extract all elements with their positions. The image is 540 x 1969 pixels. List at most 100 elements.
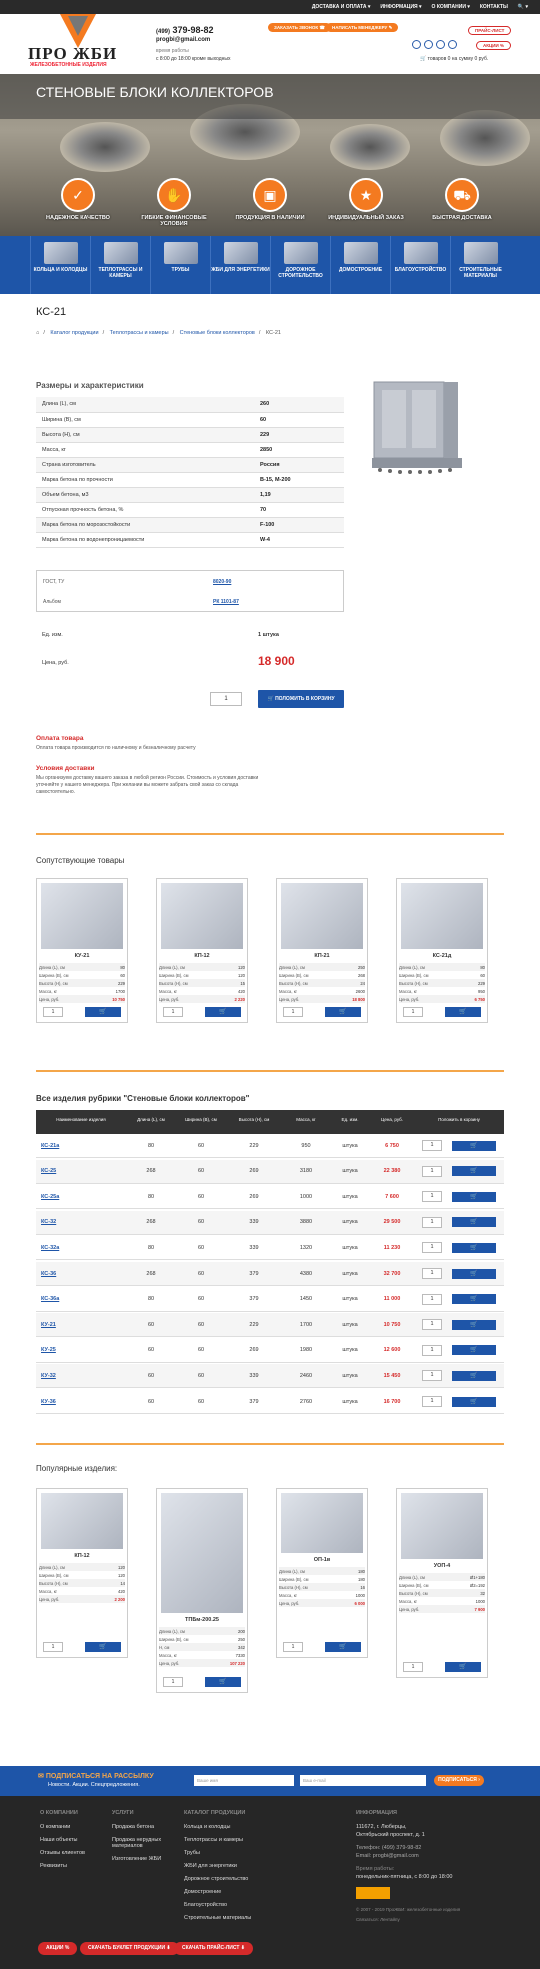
topnav-item[interactable]: КОНТАКТЫ: [480, 4, 508, 10]
product-image[interactable]: [401, 1493, 483, 1559]
breadcrumb-item[interactable]: Каталог продукции: [50, 330, 98, 336]
product-card[interactable]: КУ-21 Длина (L), см 80 Ширина (B), см 60 Высо…: [36, 878, 128, 1023]
list-product-link[interactable]: КС-36: [36, 1271, 126, 1277]
quantity-input[interactable]: 1: [422, 1191, 442, 1203]
product-card[interactable]: КП-21 Длина (L), см 250 Ширина (B), см 268 Вы…: [276, 878, 368, 1023]
footer-link[interactable]: Трубы: [184, 1850, 251, 1856]
telegram-icon[interactable]: [448, 40, 457, 49]
footer-link[interactable]: Кольца и колодцы: [184, 1824, 251, 1830]
footer-link[interactable]: Теплотрассы и камеры: [184, 1837, 251, 1843]
viber-icon[interactable]: [436, 40, 445, 49]
footer-booklet-button[interactable]: СКАЧАТЬ БУКЛЕТ ПРОДУКЦИИ ⬇: [80, 1942, 179, 1955]
footer-link[interactable]: Строительные материалы: [184, 1915, 251, 1921]
category-item[interactable]: БЛАГОУСТРОЙСТВО: [390, 236, 450, 294]
product-image[interactable]: [401, 883, 483, 949]
price-list-button[interactable]: ПРАЙС-ЛИСТ: [468, 26, 512, 35]
product-name[interactable]: ТПБм-200.25: [157, 1617, 247, 1623]
footer-link[interactable]: О компании: [40, 1824, 85, 1830]
list-product-link[interactable]: КС-32: [36, 1219, 126, 1225]
footer-link[interactable]: Благоустройство: [184, 1902, 251, 1908]
topnav-item[interactable]: 🔍 ▾: [518, 4, 528, 10]
cart-summary[interactable]: 🛒 товаров 0 на сумму 0 руб.: [420, 56, 488, 62]
footer-email[interactable]: Email: progbi@gmail.com: [356, 1853, 526, 1859]
product-name[interactable]: КП-12: [37, 1553, 127, 1559]
cart-button[interactable]: 🛒: [452, 1217, 496, 1228]
footer-link[interactable]: Продажа бетона: [112, 1824, 182, 1830]
quantity-input[interactable]: 1: [422, 1140, 442, 1151]
quantity-input[interactable]: 1: [163, 1007, 183, 1017]
list-product-link[interactable]: КУ-25: [36, 1347, 126, 1353]
stock-button[interactable]: АКЦИИ %: [476, 41, 512, 50]
footer-link[interactable]: Наши объекты: [40, 1837, 85, 1843]
category-item[interactable]: ДОРОЖНОЕ СТРОИТЕЛЬСТВО: [270, 236, 330, 294]
quantity-input[interactable]: 1: [422, 1165, 442, 1177]
footer-link[interactable]: Реквизиты: [40, 1863, 85, 1869]
product-card[interactable]: КС-21д Длина (L), см 80 Ширина (B), см 60 Выс…: [396, 878, 488, 1023]
topnav-item[interactable]: ИНФОРМАЦИЯ ▾: [380, 4, 421, 10]
cart-button[interactable]: 🛒: [205, 1677, 241, 1687]
quantity-input[interactable]: 1: [422, 1268, 442, 1279]
product-name[interactable]: УОП-4: [397, 1563, 487, 1569]
breadcrumb-item[interactable]: Теплотрассы и камеры: [110, 330, 169, 336]
breadcrumb-item[interactable]: Стеновые блоки коллекторов: [180, 330, 255, 336]
topnav-item[interactable]: О КОМПАНИИ ▾: [432, 4, 470, 10]
list-product-link[interactable]: КУ-21: [36, 1322, 126, 1328]
cart-button[interactable]: 🛒: [452, 1166, 496, 1177]
quantity-input[interactable]: 1: [163, 1677, 183, 1687]
product-image[interactable]: [161, 883, 243, 949]
category-item[interactable]: СТРОИТЕЛЬНЫЕ МАТЕРИАЛЫ: [450, 236, 510, 294]
category-item[interactable]: ТРУБЫ: [150, 236, 210, 294]
quantity-input[interactable]: 1: [422, 1216, 442, 1228]
quantity-input[interactable]: 1: [283, 1007, 303, 1017]
list-product-link[interactable]: КС-25а: [36, 1194, 126, 1200]
quantity-input[interactable]: 1: [422, 1242, 442, 1254]
header-phone[interactable]: (499) 379-98-82: [156, 26, 231, 36]
footer-phone[interactable]: Телефон: (499) 379-98-82: [356, 1845, 526, 1851]
list-product-link[interactable]: КУ-32: [36, 1373, 126, 1379]
quantity-input[interactable]: 1: [210, 692, 242, 706]
product-name[interactable]: КУ-21: [37, 953, 127, 959]
list-product-link[interactable]: КС-25: [36, 1168, 126, 1174]
write-manager-button[interactable]: НАПИСАТЬ МЕНЕДЖЕРУ ✎: [326, 23, 399, 32]
product-image[interactable]: [161, 1493, 243, 1613]
cart-button[interactable]: 🛒: [452, 1242, 496, 1253]
product-name[interactable]: КС-21д: [397, 953, 487, 959]
quantity-input[interactable]: 1: [422, 1319, 442, 1331]
cart-button[interactable]: 🛒: [325, 1007, 361, 1017]
album-link[interactable]: РК 1101-87: [213, 599, 239, 605]
cart-button[interactable]: 🛒: [452, 1140, 496, 1151]
quantity-input[interactable]: 1: [422, 1370, 442, 1382]
cart-button[interactable]: 🛒: [85, 1642, 121, 1652]
cart-button[interactable]: 🛒: [452, 1396, 496, 1407]
cart-button[interactable]: 🛒: [452, 1345, 496, 1356]
category-item[interactable]: ДОМОСТРОЕНИЕ: [330, 236, 390, 294]
product-image[interactable]: [281, 883, 363, 949]
ok-icon[interactable]: [424, 40, 433, 49]
product-card[interactable]: ТПБм-200.25 Длина (L), см 200 Ширина (B), с…: [156, 1488, 248, 1693]
category-item[interactable]: КОЛЬЦА И КОЛОДЦЫ: [30, 236, 90, 294]
footer-link[interactable]: Изготовление ЖБИ: [112, 1856, 182, 1862]
cart-button[interactable]: 🛒: [205, 1007, 241, 1017]
list-product-link[interactable]: КУ-36: [36, 1399, 126, 1405]
footer-link[interactable]: Продажа нерудных материалов: [112, 1837, 182, 1849]
cart-button[interactable]: 🛒: [325, 1642, 361, 1652]
footer-link[interactable]: Дорожное строительство: [184, 1876, 251, 1882]
quantity-input[interactable]: 1: [283, 1642, 303, 1652]
developer-link[interactable]: Связаться: Лентайпу: [356, 1917, 526, 1923]
quantity-input[interactable]: 1: [403, 1662, 423, 1672]
cart-button[interactable]: 🛒: [85, 1007, 121, 1017]
product-name[interactable]: КП-21: [277, 953, 367, 959]
home-icon[interactable]: ⌂: [36, 330, 39, 336]
product-card[interactable]: КП-12 Длина (L), см 120 Ширина (B), см 120 Вы…: [36, 1488, 128, 1658]
cart-button[interactable]: 🛒: [452, 1268, 496, 1279]
product-card[interactable]: УОП-4 Длина (L), см Ø1+180 Ширина (B), см Ø2…: [396, 1488, 488, 1678]
product-name[interactable]: ОП-1в: [277, 1557, 367, 1563]
quantity-input[interactable]: 1: [422, 1344, 442, 1356]
product-image[interactable]: [41, 883, 123, 949]
list-product-link[interactable]: КС-32а: [36, 1245, 126, 1251]
list-product-link[interactable]: КС-36а: [36, 1296, 126, 1302]
subscribe-name-input[interactable]: Ваше имя: [194, 1775, 294, 1786]
list-product-link[interactable]: КС-21а: [36, 1143, 126, 1149]
category-item[interactable]: ЖБИ ДЛЯ ЭНЕРГЕТИКИ: [210, 236, 270, 294]
category-item[interactable]: ТЕПЛОТРАССЫ И КАМЕРЫ: [90, 236, 150, 294]
